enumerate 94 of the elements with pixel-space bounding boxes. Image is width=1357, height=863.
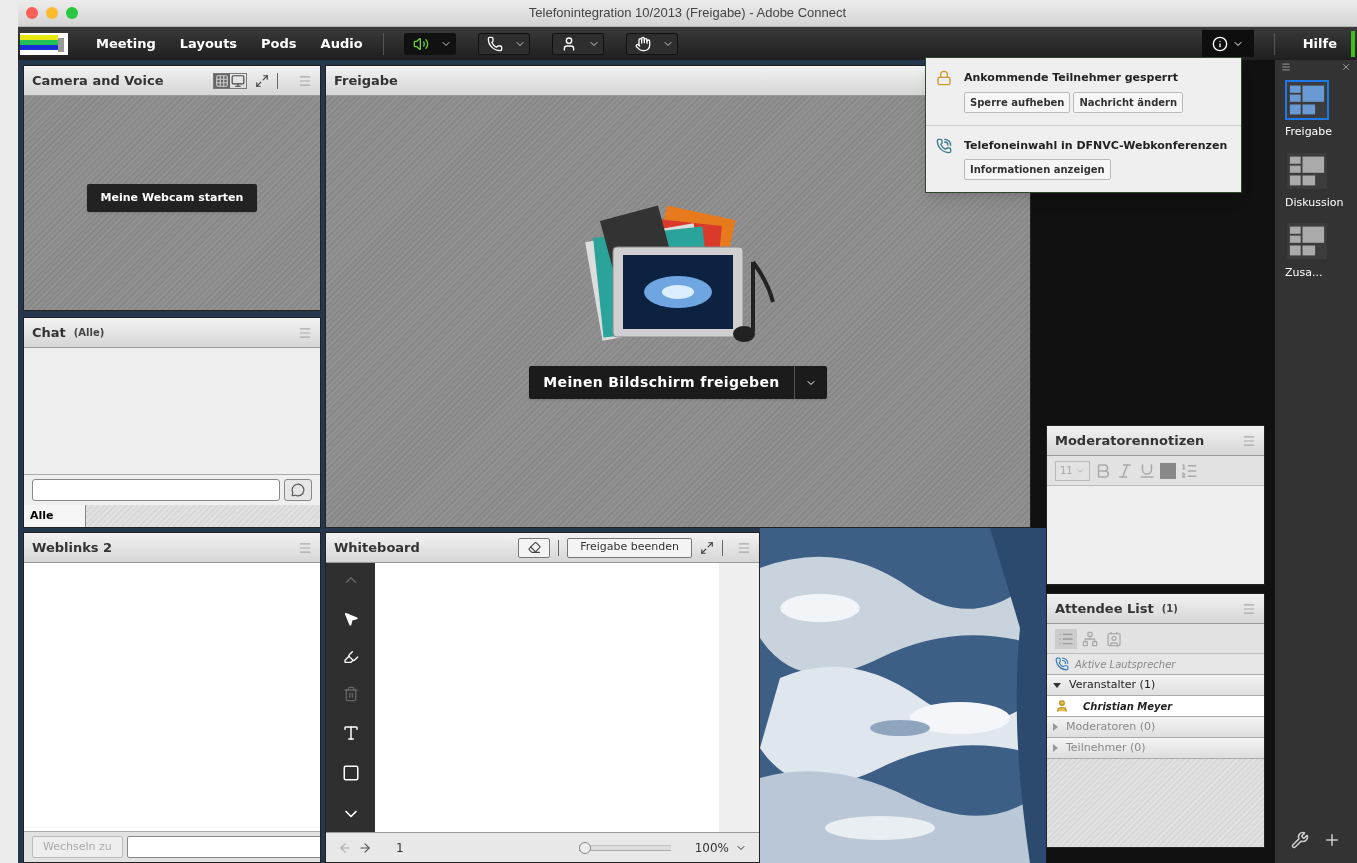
notification-button[interactable]: Informationen anzeigen [964,159,1111,180]
pod-title: Moderatorennotizen [1055,431,1205,450]
stop-sharing-button[interactable]: Freigabe beenden [567,537,692,558]
collapsed-icon [1053,744,1058,752]
phone-icon [486,35,503,52]
speaker-icon [412,35,429,52]
pod-menu-icon[interactable] [737,540,751,555]
collapsed-icon [1053,723,1058,731]
level-meter [1351,30,1355,57]
layout-item[interactable]: Freigabe [1285,80,1349,141]
color-swatch[interactable] [1159,462,1176,479]
layout-thumbnail-icon [1285,150,1329,191]
phone-icon [1055,657,1069,671]
start-webcam-button[interactable]: Meine Webcam starten [86,183,258,213]
chat-scope: (Alle) [73,326,105,340]
single-view-icon[interactable] [230,73,246,88]
eraser-button[interactable] [518,537,551,558]
grid-view-icon[interactable] [214,73,230,88]
attendee-name: Christian Meyer [1083,699,1173,714]
marker-icon[interactable] [342,648,359,665]
close-window-button[interactable] [26,7,38,19]
hand-icon [634,35,651,52]
fullscreen-icon[interactable] [255,73,269,88]
menu-item[interactable]: Layouts [179,33,238,54]
pod-title: Whiteboard [334,538,420,557]
pod-title: Camera and Voice [32,71,164,90]
speech-bubble-icon [291,483,305,497]
info-icon [1211,35,1228,52]
pod-title: Freigabe [334,71,398,90]
attendee-count: (1) [1161,602,1178,616]
notification-button[interactable]: Sperre aufheben [964,91,1071,113]
pod-menu-icon[interactable] [298,325,312,340]
zoom-level[interactable]: 100% [694,838,729,857]
next-page-icon[interactable] [358,840,372,855]
window-title: Telefonintegration 10/2013 (Freigabe) - Adobe Connect [528,4,847,23]
group-label: Teilnehmer (0) [1066,739,1146,756]
page-number: 1 [396,839,404,857]
list-icon[interactable] [1179,461,1198,480]
zoom-window-button[interactable] [66,7,78,19]
trash-icon[interactable] [342,686,359,703]
attendee-row[interactable]: Christian Meyer [1047,696,1264,717]
logo-icon [20,32,68,55]
active-speakers-label: Aktive Lautsprecher [1075,657,1176,672]
group-label: Veranstalter (1) [1069,676,1156,693]
text-tool-icon[interactable] [341,724,360,743]
shape-icon[interactable] [341,764,360,783]
pod-title: Weblinks 2 [32,538,113,557]
phone-icon [936,137,952,154]
menu-icon[interactable] [1281,62,1291,72]
close-icon[interactable] [1341,62,1351,72]
help-menu[interactable]: Hilfe [1302,33,1337,54]
layout-item[interactable]: Diskussion [1285,150,1349,211]
previous-page-icon[interactable] [338,840,352,855]
toolbar-button[interactable] [551,32,604,55]
expanded-icon [1053,682,1061,688]
host-icon [1055,699,1069,713]
toolbar-button[interactable] [403,32,456,55]
underline-icon[interactable] [1137,461,1156,480]
menu-item[interactable]: Meeting [96,33,156,54]
chat-tab[interactable]: Alle [24,505,86,527]
pod-menu-icon[interactable] [1242,433,1256,448]
font-size: 11 [1060,464,1073,478]
send-button[interactable] [284,479,312,501]
list-view-icon[interactable] [1055,628,1077,649]
chat-input-field[interactable] [32,479,280,501]
notification-title: Telefoneinwahl in DFNVC-Webkonferenzen [964,137,1228,154]
info-button[interactable] [1201,30,1254,57]
notification-title: Ankommende Teilnehmer gesperrt [964,70,1179,86]
toolbar-button[interactable] [477,32,530,55]
pod-menu-icon[interactable] [1242,601,1256,616]
attendee-group[interactable]: Veranstalter (1) [1047,675,1264,696]
group-label: Moderatoren (0) [1066,718,1156,735]
eraser-icon [527,541,541,554]
pod-menu-icon[interactable] [298,540,312,555]
lock-icon [936,70,952,86]
layout-label: Freigabe [1285,124,1334,140]
layout-thumbnail-icon [1285,221,1329,261]
fullscreen-icon[interactable] [700,540,714,555]
url-field[interactable] [126,836,320,858]
menu-item[interactable]: Audio [320,33,363,54]
layout-label: Zusa... [1285,265,1324,281]
layout-thumbnail-icon [1285,80,1329,120]
pointer-icon[interactable] [342,610,359,627]
layout-item[interactable]: Zusa... [1285,221,1349,282]
pod-title: Attendee List [1055,599,1154,618]
layout-label: Diskussion [1285,194,1345,211]
notification-button[interactable]: Nachricht ändern [1073,91,1184,113]
wrench-icon[interactable] [1291,831,1309,849]
pod-menu-icon[interactable] [298,73,312,88]
zoom-slider-thumb[interactable] [578,841,591,854]
add-icon[interactable] [1323,831,1341,849]
menu-item[interactable]: Pods [261,33,297,54]
pod-title: Chat [32,323,66,342]
toolbar-button[interactable] [625,32,678,55]
